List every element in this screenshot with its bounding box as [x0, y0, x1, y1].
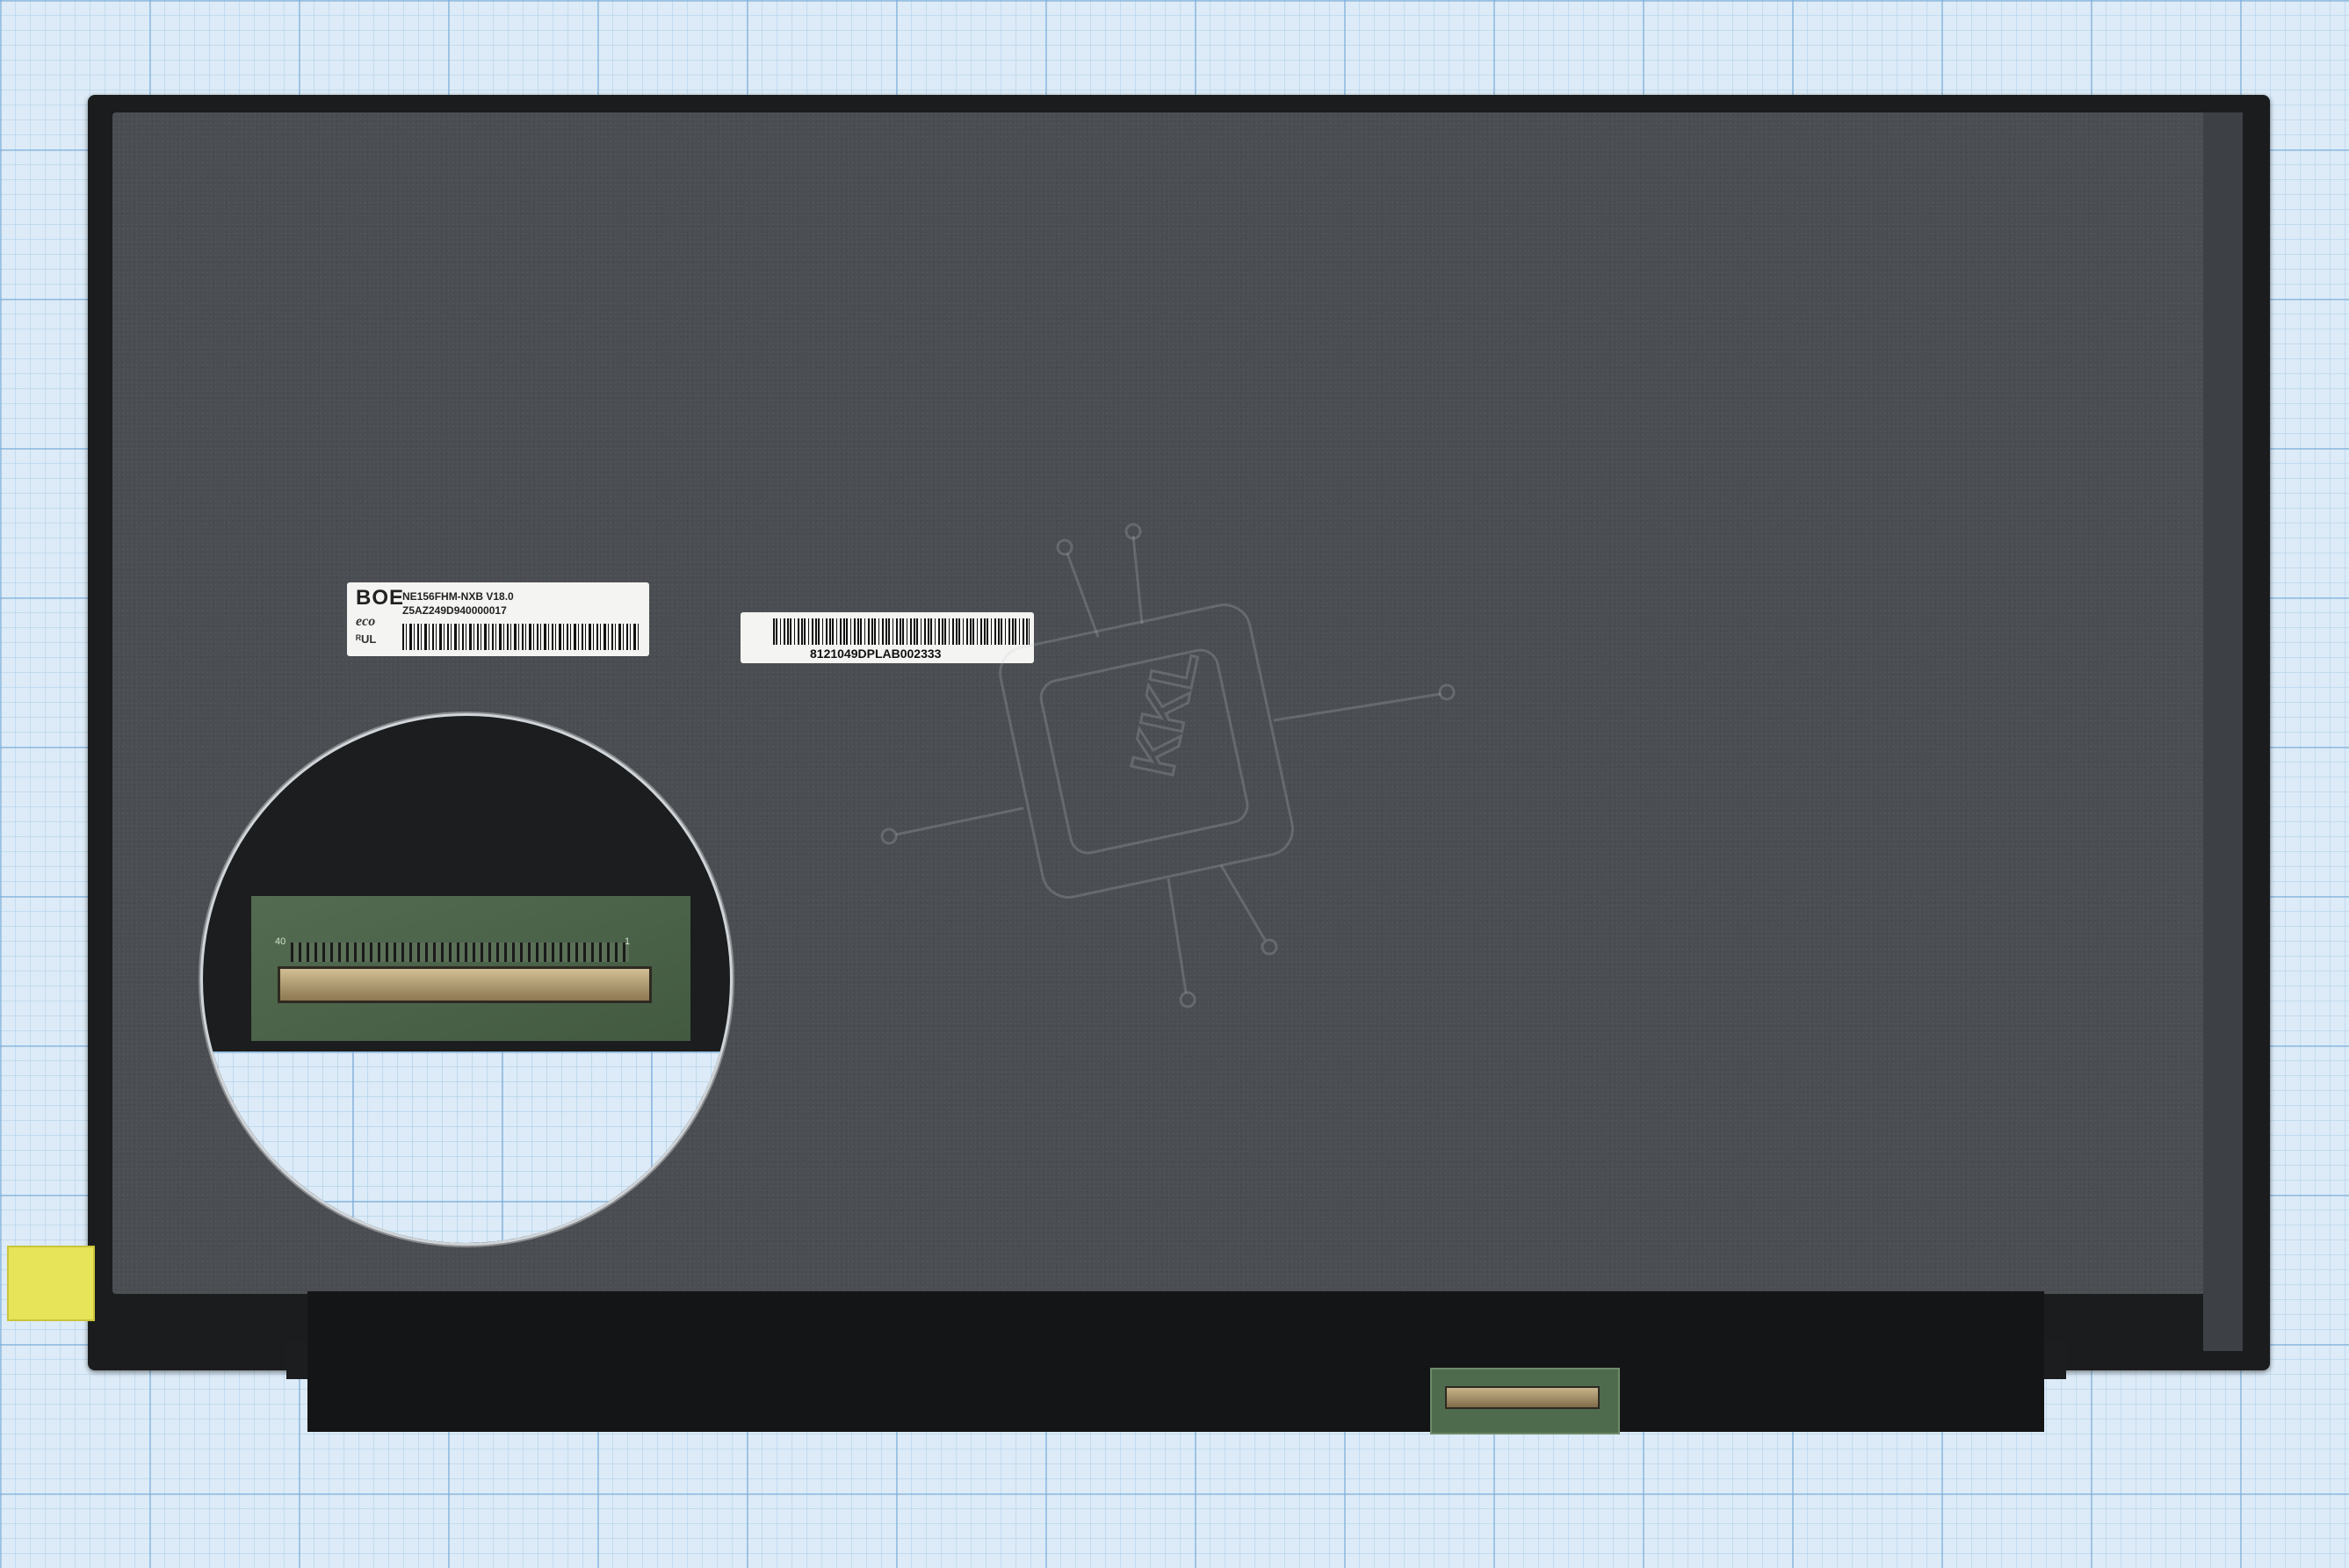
edp-connector: [1445, 1386, 1600, 1409]
zoom-grid-paper: [203, 1051, 730, 1243]
boe-logo: BOE: [356, 586, 405, 610]
panel-edge: [2203, 112, 2243, 1351]
pin-label-right: 1: [625, 936, 631, 947]
panel-serial: Z5AZ249D940000017: [402, 604, 507, 617]
eco-icon: eco: [356, 614, 376, 629]
watermark-logo: KKL: [880, 523, 1456, 1008]
ul-certification-icon: ᴿUL: [356, 632, 377, 646]
model-number: NE156FHM-NXB V18.0: [402, 590, 514, 603]
driver-board-strip: [307, 1291, 2044, 1432]
pin-label-left: 40: [275, 936, 286, 947]
yellow-tape: [7, 1246, 95, 1321]
connector-pins: [291, 943, 629, 962]
barcode: [402, 624, 640, 650]
connector-zoom-inset: 40 1: [200, 713, 733, 1246]
edp-connector: [278, 966, 652, 1003]
